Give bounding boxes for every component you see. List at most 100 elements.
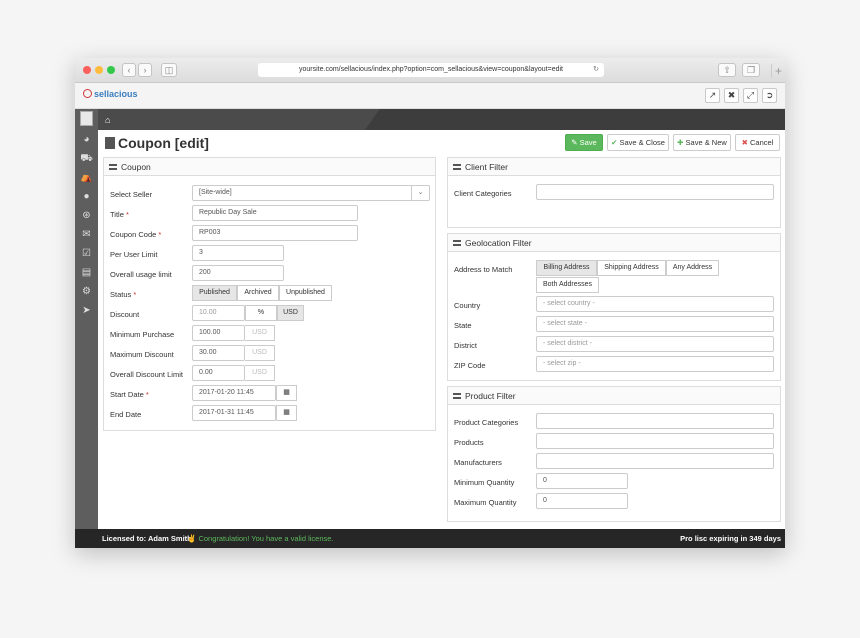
shrink-icon[interactable]: ✖	[724, 88, 739, 103]
chart-icon[interactable]: ▤	[75, 265, 98, 281]
cancel-label: Cancel	[750, 138, 774, 147]
any-address-option[interactable]: Any Address	[666, 260, 719, 276]
maximum-quantity-label: Maximum Quantity	[454, 498, 517, 507]
client-categories-input[interactable]	[536, 184, 774, 200]
per-user-limit-label: Per User Limit	[110, 250, 158, 259]
check-icon[interactable]: ☑	[75, 246, 98, 262]
client-filter-header: Client Filter	[448, 158, 780, 176]
end-date-input[interactable]: 2017-01-31 11:45	[192, 405, 276, 421]
geolocation-filter-heading: Geolocation Filter	[465, 238, 532, 248]
overall-discount-limit-input[interactable]: 0.00	[192, 365, 245, 381]
coupon-code-input[interactable]: RP003	[192, 225, 358, 241]
main-content: Coupon [edit] ✎ Save ✔ Save & Close ✚ Sa…	[98, 130, 785, 529]
page-title-text: Coupon [edit]	[118, 135, 209, 151]
coupon-code-label: Coupon Code *	[110, 230, 162, 239]
new-tab-button[interactable]: +	[771, 64, 785, 78]
check-icon: ✔	[611, 138, 618, 147]
select-seller-label: Select Seller	[110, 190, 153, 199]
back-icon[interactable]: ‹	[122, 63, 136, 77]
client-filter-panel: Client Filter Client Categories	[447, 157, 781, 228]
overall-discount-limit-unit: USD	[245, 365, 275, 381]
logo-text: sellacious	[94, 89, 138, 99]
minimum-purchase-input[interactable]: 100.00	[192, 325, 245, 341]
cancel-icon: ✖	[741, 138, 748, 147]
country-select[interactable]: - select country -	[536, 296, 774, 312]
per-user-limit-input[interactable]: 3	[192, 245, 284, 261]
maximum-discount-unit: USD	[245, 345, 275, 361]
tabs-icon[interactable]: ❐	[742, 63, 760, 77]
chevron-down-icon: ⌄	[411, 186, 429, 200]
save-new-button[interactable]: ✚ Save & New	[673, 134, 731, 151]
discount-percent-option[interactable]: %	[245, 305, 277, 321]
sidebar-toggle-icon[interactable]: ◫	[161, 63, 177, 77]
cancel-button[interactable]: ✖ Cancel	[735, 134, 780, 151]
maximize-window-button[interactable]	[107, 66, 115, 74]
save-label: Save	[579, 138, 597, 147]
cart-icon[interactable]: ⛟	[75, 151, 98, 167]
browser-titlebar: ‹ › ◫ yoursite.com/sellacious/index.php?…	[75, 58, 785, 83]
calendar-icon[interactable]: ▦	[276, 405, 297, 421]
file-icon	[105, 137, 115, 149]
app-header: sellacious ↗ ✖ ⤢ ➲	[75, 83, 785, 109]
select-seller-dropdown[interactable]: [Site-wide] ⌄	[192, 185, 430, 201]
dashboard-icon[interactable]: ◕	[75, 132, 98, 148]
logout-icon[interactable]: ➲	[762, 88, 777, 103]
maximum-discount-input[interactable]: 30.00	[192, 345, 245, 361]
status-unpublished-option[interactable]: Unpublished	[279, 285, 332, 301]
save-close-button[interactable]: ✔ Save & Close	[607, 134, 669, 151]
minimize-window-button[interactable]	[95, 66, 103, 74]
geolocation-filter-header: Geolocation Filter	[448, 234, 780, 252]
status-archived-option[interactable]: Archived	[237, 285, 279, 301]
sidebar: ◕ ⛟ ⛺ ● ⊛ ✉ ☑ ▤ ⚙ ➤	[75, 109, 98, 529]
logo-icon	[83, 89, 92, 98]
maximum-discount-label: Maximum Discount	[110, 350, 174, 359]
gear-icon[interactable]: ⚙	[75, 284, 98, 300]
billing-address-option[interactable]: Billing Address	[536, 260, 597, 276]
state-select[interactable]: - select state -	[536, 316, 774, 332]
fullscreen-icon[interactable]: ⤢	[743, 88, 758, 103]
manufacturers-input[interactable]	[536, 453, 774, 469]
overall-usage-limit-input[interactable]: 200	[192, 265, 284, 281]
products-input[interactable]	[536, 433, 774, 449]
maximum-quantity-input[interactable]: 0	[536, 493, 628, 509]
external-link-icon[interactable]: ↗	[705, 88, 720, 103]
start-date-input[interactable]: 2017-01-20 11:45	[192, 385, 276, 401]
minimum-quantity-input[interactable]: 0	[536, 473, 628, 489]
coupon-heading: Coupon	[121, 162, 151, 172]
arrow-circle-icon[interactable]: ➤	[75, 303, 98, 319]
sellacious-logo[interactable]: sellacious	[83, 89, 138, 99]
reload-icon[interactable]: ↻	[593, 63, 599, 77]
geolocation-filter-panel: Geolocation Filter Address to Match Bill…	[447, 233, 781, 381]
page-title: Coupon [edit]	[105, 135, 209, 151]
status-published-option[interactable]: Published	[192, 285, 237, 301]
discount-input[interactable]: 10.00	[192, 305, 245, 321]
title-label-text: Title	[110, 210, 124, 219]
product-categories-input[interactable]	[536, 413, 774, 429]
both-addresses-option[interactable]: Both Addresses	[536, 277, 599, 293]
plus-icon: ✚	[677, 138, 684, 147]
list-icon	[453, 393, 461, 399]
district-select[interactable]: - select district -	[536, 336, 774, 352]
shipping-address-option[interactable]: Shipping Address	[597, 260, 666, 276]
district-label: District	[454, 341, 477, 350]
url-text: yoursite.com/sellacious/index.php?option…	[298, 66, 564, 73]
share-icon[interactable]: ⇧	[718, 63, 736, 77]
zip-code-select[interactable]: - select zip -	[536, 356, 774, 372]
close-window-button[interactable]	[83, 66, 91, 74]
forward-icon[interactable]: ›	[138, 63, 152, 77]
title-input[interactable]: Republic Day Sale	[192, 205, 358, 221]
calendar-icon[interactable]: ▦	[276, 385, 297, 401]
sitemap-icon[interactable]: ⊛	[75, 208, 98, 224]
select-seller-value: [Site-wide]	[199, 189, 232, 196]
discount-usd-option[interactable]: USD	[277, 305, 304, 321]
home-icon[interactable]: ⌂	[105, 115, 110, 125]
address-bar[interactable]: yoursite.com/sellacious/index.php?option…	[258, 63, 604, 77]
status-label: Status *	[110, 290, 137, 299]
address-to-match-label: Address to Match	[454, 265, 513, 274]
avatar[interactable]	[80, 111, 93, 126]
mail-icon[interactable]: ✉	[75, 227, 98, 243]
save-button[interactable]: ✎ Save	[565, 134, 603, 151]
bank-icon[interactable]: ⛺	[75, 170, 98, 186]
user-icon[interactable]: ●	[75, 189, 98, 205]
licensed-text: Licensed to: Adam Smith	[102, 534, 192, 543]
